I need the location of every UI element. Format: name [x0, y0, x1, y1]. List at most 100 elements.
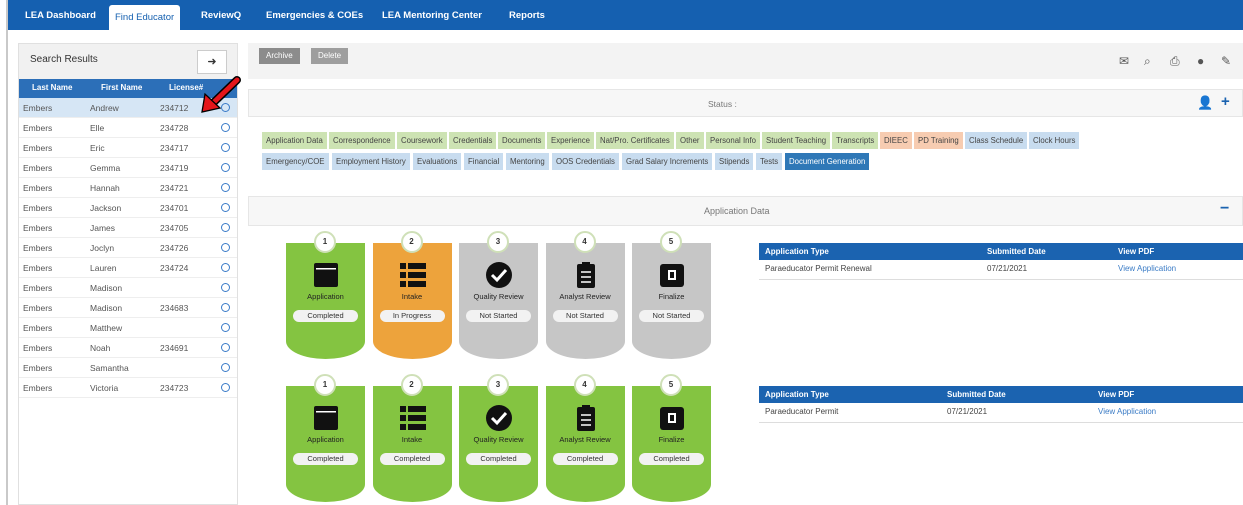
workflow-stage[interactable]: 3 Quality Review Not Started: [459, 231, 538, 359]
status-label: Status :: [708, 99, 737, 109]
tab-documents[interactable]: Documents: [498, 132, 546, 149]
tab-grad-salary-increments[interactable]: Grad Salary Increments: [622, 153, 713, 170]
tab-credentials[interactable]: Credentials: [449, 132, 497, 149]
result-row[interactable]: Embers Elle 234728: [19, 118, 237, 138]
stage-label: Analyst Review: [559, 435, 611, 444]
list-icon: [398, 261, 428, 289]
workflow-stage[interactable]: 3 Quality Review Completed: [459, 374, 538, 502]
status-bar: Status : 👤 +: [248, 89, 1243, 117]
go-button[interactable]: ➜: [197, 50, 227, 74]
select-radio[interactable]: [221, 263, 230, 272]
select-radio[interactable]: [221, 363, 230, 372]
tab-stipends[interactable]: Stipends: [715, 153, 754, 170]
select-radio[interactable]: [221, 283, 230, 292]
comment-icon[interactable]: ●: [1197, 54, 1204, 68]
tab-application-data[interactable]: Application Data: [262, 132, 327, 149]
result-row[interactable]: Embers Madison: [19, 278, 237, 298]
result-row[interactable]: Embers Joclyn 234726: [19, 238, 237, 258]
stage-label: Intake: [401, 435, 423, 444]
result-row[interactable]: Embers Victoria 234723: [19, 378, 237, 398]
tab-evaluations[interactable]: Evaluations: [413, 153, 462, 170]
tab-personal-info[interactable]: Personal Info: [706, 132, 760, 149]
select-radio[interactable]: [221, 123, 230, 132]
license-number: 234717: [160, 143, 189, 153]
last-name: Embers: [23, 363, 53, 373]
stage-status-badge: Completed: [552, 453, 618, 465]
select-radio[interactable]: [221, 163, 230, 172]
tab-mentoring[interactable]: Mentoring: [506, 153, 549, 170]
workflow-stage[interactable]: 4 Analyst Review Completed: [545, 374, 625, 502]
edit-icon[interactable]: ✎: [1221, 54, 1231, 68]
workflow-stage[interactable]: 2 Intake Completed: [372, 374, 452, 502]
select-radio[interactable]: [221, 223, 230, 232]
result-row[interactable]: Embers Jackson 234701: [19, 198, 237, 218]
result-row[interactable]: Embers Noah 234691: [19, 338, 237, 358]
select-radio[interactable]: [221, 243, 230, 252]
print-icon[interactable]: ⎙: [1170, 54, 1180, 69]
select-radio[interactable]: [221, 323, 230, 332]
tab-oos-credentials[interactable]: OOS Credentials: [552, 153, 619, 170]
select-radio[interactable]: [221, 203, 230, 212]
nav-lea-dashboard[interactable]: LEA Dashboard: [19, 5, 102, 30]
nav-lea-mentoring[interactable]: LEA Mentoring Center: [376, 5, 488, 30]
result-row[interactable]: Embers Madison 234683: [19, 298, 237, 318]
search-icon[interactable]: ⌕: [1144, 54, 1151, 69]
view-application-link[interactable]: View Application: [1118, 264, 1176, 273]
select-radio[interactable]: [221, 303, 230, 312]
workflow-stage[interactable]: 2 Intake In Progress: [372, 231, 452, 359]
stage-label: Application: [307, 435, 344, 444]
first-name: Noah: [90, 343, 111, 353]
view-application-link[interactable]: View Application: [1098, 407, 1156, 416]
workflow-stage[interactable]: 5 Finalize Not Started: [632, 231, 711, 359]
nav-reports[interactable]: Reports: [503, 5, 551, 30]
result-row[interactable]: Embers James 234705: [19, 218, 237, 238]
col-last-name[interactable]: Last Name: [32, 83, 72, 92]
tab-pd-training[interactable]: PD Training: [914, 132, 963, 149]
tab-student-teaching[interactable]: Student Teaching: [762, 132, 831, 149]
tab-dieec[interactable]: DIEEC: [880, 132, 912, 149]
tab-class-schedule[interactable]: Class Schedule: [965, 132, 1028, 149]
tab-emergency-coe[interactable]: Emergency/COE: [262, 153, 329, 170]
tab-employment-history[interactable]: Employment History: [332, 153, 410, 170]
select-radio[interactable]: [221, 383, 230, 392]
col-first-name[interactable]: First Name: [101, 83, 142, 92]
delete-button[interactable]: Delete: [311, 48, 349, 64]
select-radio[interactable]: [221, 183, 230, 192]
workflow-stage[interactable]: 4 Analyst Review Not Started: [545, 231, 625, 359]
tab-nat-pro-certificates[interactable]: Nat/Pro. Certificates: [596, 132, 674, 149]
tab-coursework[interactable]: Coursework: [397, 132, 447, 149]
application-type: Paraeducator Permit Renewal: [765, 264, 872, 273]
tab-other[interactable]: Other: [676, 132, 704, 149]
tab-experience[interactable]: Experience: [547, 132, 595, 149]
collapse-icon[interactable]: −: [1220, 200, 1229, 218]
tab-document-generation[interactable]: Document Generation: [785, 153, 870, 170]
tab-transcripts[interactable]: Transcripts: [832, 132, 879, 149]
envelope-icon[interactable]: ✉: [1119, 54, 1129, 68]
workflow-stage[interactable]: 1 Application Completed: [286, 231, 365, 359]
result-row[interactable]: Embers Hannah 234721: [19, 178, 237, 198]
first-name: Samantha: [90, 363, 129, 373]
result-row[interactable]: Embers Eric 234717: [19, 138, 237, 158]
tab-correspondence[interactable]: Correspondence: [329, 132, 395, 149]
tab-clock-hours[interactable]: Clock Hours: [1029, 132, 1080, 149]
result-row[interactable]: Embers Gemma 234719: [19, 158, 237, 178]
result-row[interactable]: Embers Matthew: [19, 318, 237, 338]
select-radio[interactable]: [221, 143, 230, 152]
record-tabs: Application Data Correspondence Coursework…: [248, 123, 1243, 182]
workflow-stage[interactable]: 1 Application Completed: [286, 374, 365, 502]
archive-button[interactable]: Archive: [259, 48, 300, 64]
tab-tests[interactable]: Tests: [756, 153, 783, 170]
nav-find-educator[interactable]: Find Educator: [109, 5, 181, 30]
arrow-right-icon: ➜: [207, 56, 217, 68]
license-number: 234726: [160, 243, 189, 253]
select-radio[interactable]: [221, 343, 230, 352]
tab-financial[interactable]: Financial: [464, 153, 504, 170]
nav-emergencies[interactable]: Emergencies & COEs: [260, 5, 369, 30]
nav-reviewq[interactable]: ReviewQ: [195, 5, 247, 30]
add-icon[interactable]: +: [1221, 93, 1230, 110]
stage-status-badge: Completed: [293, 453, 358, 465]
result-row[interactable]: Embers Samantha: [19, 358, 237, 378]
result-row[interactable]: Embers Lauren 234724: [19, 258, 237, 278]
user-icon[interactable]: 👤: [1197, 95, 1213, 111]
workflow-stage[interactable]: 5 Finalize Completed: [632, 374, 711, 502]
